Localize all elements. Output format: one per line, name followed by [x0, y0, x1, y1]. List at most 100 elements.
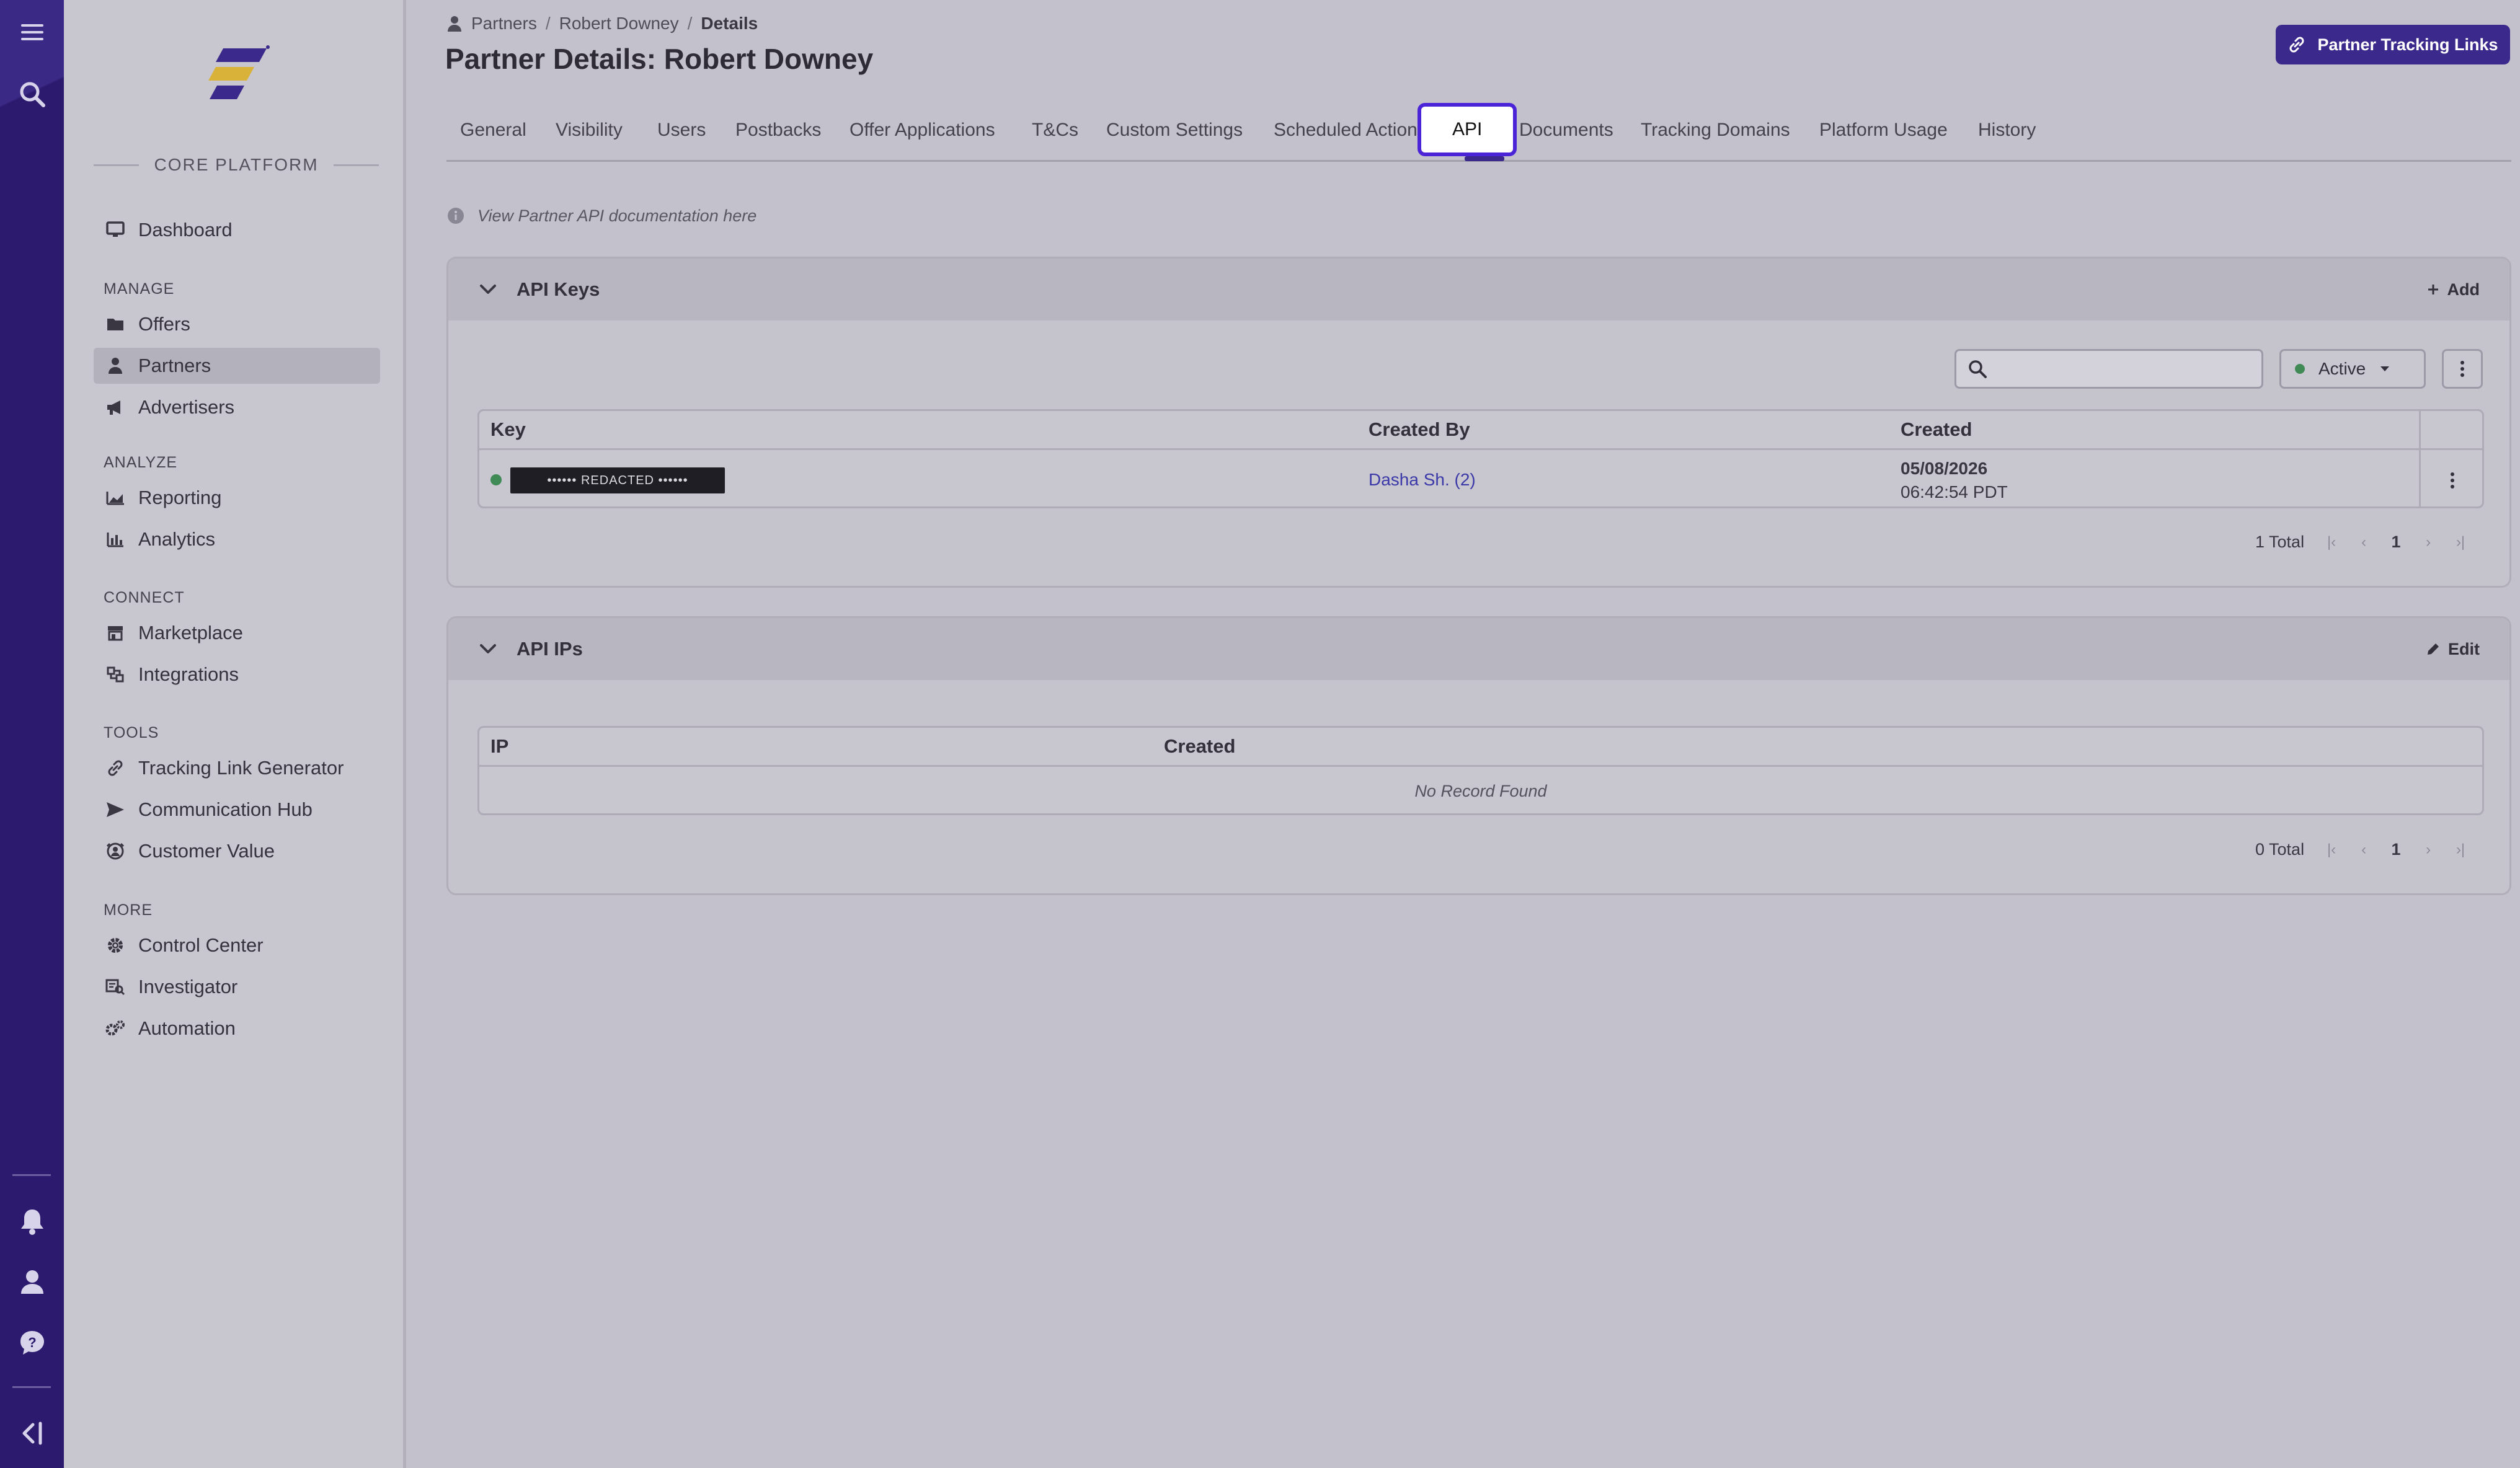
- gears-icon: [105, 1018, 126, 1039]
- customer-value-icon: [105, 841, 126, 862]
- api-keys-search[interactable]: [1954, 349, 2263, 389]
- sidebar-item-tracking-link-generator[interactable]: Tracking Link Generator: [94, 750, 380, 786]
- info-icon: [446, 206, 465, 225]
- breadcrumb-separator: /: [687, 14, 693, 33]
- sidebar-item-marketplace[interactable]: Marketplace: [94, 615, 380, 651]
- tab-general[interactable]: General: [460, 110, 526, 150]
- help-button[interactable]: ?: [9, 1319, 56, 1366]
- tab-scheduled-actions[interactable]: Scheduled Actions: [1274, 110, 1427, 150]
- sidebar-item-control-center[interactable]: Control Center: [94, 927, 380, 963]
- breadcrumb-current: Details: [701, 14, 758, 33]
- global-search-button[interactable]: [9, 71, 56, 118]
- status-filter-dropdown[interactable]: Active: [2279, 349, 2426, 389]
- brand-logo[interactable]: [198, 43, 273, 108]
- api-ips-panel: API IPs Edit IP Created No Record Found …: [446, 616, 2511, 895]
- sidebar-item-communication-hub[interactable]: Communication Hub: [94, 792, 380, 828]
- sidebar-item-advertisers[interactable]: Advertisers: [94, 389, 380, 425]
- column-header-created[interactable]: Created: [1901, 411, 1972, 448]
- tab-api[interactable]: API: [1418, 103, 1517, 156]
- last-page-icon[interactable]: ›|: [2444, 841, 2477, 859]
- tab-offer-applications[interactable]: Offer Applications: [850, 110, 995, 150]
- kebab-icon: [2450, 472, 2455, 489]
- api-keys-table: Key Created By Created •••••• REDACTED •…: [477, 409, 2484, 508]
- sidebar-item-integrations[interactable]: Integrations: [94, 657, 380, 692]
- edit-api-ips-button[interactable]: Edit: [2426, 618, 2480, 680]
- next-page-icon[interactable]: ›: [2412, 841, 2444, 859]
- edit-label: Edit: [2448, 639, 2480, 658]
- tab-visibility[interactable]: Visibility: [556, 110, 623, 150]
- chevron-down-icon[interactable]: [479, 643, 497, 655]
- add-api-key-button[interactable]: Add: [2426, 259, 2480, 321]
- tab-tracking-domains[interactable]: Tracking Domains: [1641, 110, 1790, 150]
- sidebar-item-offers[interactable]: Offers: [94, 306, 380, 342]
- tab-bar: General Visibility Users Postbacks Offer…: [446, 103, 2511, 156]
- api-keys-more-button[interactable]: [2442, 349, 2483, 389]
- profile-button[interactable]: [9, 1258, 56, 1306]
- column-header-key[interactable]: Key: [490, 411, 526, 448]
- created-by-link[interactable]: Dasha Sh. (2): [1369, 470, 1476, 490]
- chevron-down-icon[interactable]: [479, 283, 497, 296]
- breadcrumb: Partners / Robert Downey / Details: [446, 11, 758, 36]
- table-row: •••••• REDACTED •••••• Dasha Sh. (2) 05/…: [479, 450, 2482, 506]
- folder-icon: [105, 314, 126, 335]
- api-doc-link[interactable]: View Partner API documentation here: [446, 203, 756, 228]
- hamburger-icon: [20, 22, 45, 42]
- api-ips-header[interactable]: API IPs Edit: [448, 618, 2509, 680]
- column-header-ip[interactable]: IP: [490, 728, 508, 765]
- button-label: Partner Tracking Links: [2317, 35, 2498, 54]
- section-title-tools: TOOLS: [104, 724, 159, 741]
- panel-title: API IPs: [517, 638, 583, 660]
- tab-history[interactable]: History: [1978, 110, 2036, 150]
- svg-text:?: ?: [28, 1335, 36, 1350]
- menu-button[interactable]: [9, 9, 56, 56]
- sidebar-item-label: Reporting: [138, 487, 222, 508]
- sidebar-item-label: Customer Value: [138, 840, 275, 862]
- sidebar-item-analytics[interactable]: Analytics: [94, 521, 380, 557]
- api-ips-pagination: 0 Total |‹ ‹ 1 › ›|: [2255, 840, 2477, 859]
- row-actions-button[interactable]: [2421, 450, 2482, 506]
- current-page[interactable]: 1: [2380, 533, 2412, 552]
- prev-page-icon[interactable]: ‹: [2348, 534, 2380, 551]
- column-divider: [2419, 411, 2421, 450]
- sidebar-item-reporting[interactable]: Reporting: [94, 480, 380, 516]
- column-header-created-by[interactable]: Created By: [1369, 411, 1470, 448]
- partner-tracking-links-button[interactable]: Partner Tracking Links: [2276, 25, 2510, 64]
- tab-custom-settings[interactable]: Custom Settings: [1106, 110, 1243, 150]
- collapse-sidebar-button[interactable]: [9, 1410, 56, 1457]
- first-page-icon[interactable]: |‹: [2315, 534, 2348, 551]
- icon-rail: ?: [0, 0, 64, 1468]
- total-count: 1 Total: [2255, 533, 2305, 551]
- sidebar: CORE PLATFORM Dashboard MANAGE Offers Pa…: [64, 0, 406, 1468]
- api-keys-header[interactable]: API Keys Add: [448, 259, 2509, 321]
- sidebar-item-dashboard[interactable]: Dashboard: [94, 212, 380, 248]
- status-dot: [2295, 364, 2305, 374]
- sidebar-item-customer-value[interactable]: Customer Value: [94, 833, 380, 869]
- breadcrumb-partners-link[interactable]: Partners: [471, 14, 537, 33]
- tab-platform-usage[interactable]: Platform Usage: [1819, 110, 1948, 150]
- notifications-button[interactable]: [9, 1198, 56, 1245]
- tab-postbacks[interactable]: Postbacks: [735, 110, 821, 150]
- tab-documents[interactable]: Documents: [1519, 110, 1613, 150]
- sidebar-item-label: Integrations: [138, 663, 239, 685]
- tab-users[interactable]: Users: [657, 110, 706, 150]
- last-page-icon[interactable]: ›|: [2444, 534, 2477, 551]
- sidebar-item-partners[interactable]: Partners: [94, 348, 380, 384]
- table-header: Key Created By Created: [479, 411, 2482, 450]
- breadcrumb-partner-link[interactable]: Robert Downey: [559, 14, 679, 33]
- first-page-icon[interactable]: |‹: [2315, 841, 2348, 859]
- redacted-api-key: •••••• REDACTED ••••••: [510, 467, 725, 493]
- column-header-created[interactable]: Created: [1164, 728, 1235, 765]
- tab-tcs[interactable]: T&Cs: [1032, 110, 1078, 150]
- core-platform-label: CORE PLATFORM: [154, 155, 319, 174]
- next-page-icon[interactable]: ›: [2412, 534, 2444, 551]
- search-input[interactable]: [1996, 358, 2256, 379]
- sidebar-item-label: Advertisers: [138, 396, 235, 418]
- api-ips-table: IP Created No Record Found: [477, 726, 2484, 815]
- sidebar-item-label: Communication Hub: [138, 798, 313, 820]
- current-page[interactable]: 1: [2380, 840, 2412, 859]
- sidebar-item-automation[interactable]: Automation: [94, 1010, 380, 1046]
- sidebar-item-investigator[interactable]: Investigator: [94, 969, 380, 1005]
- prev-page-icon[interactable]: ‹: [2348, 841, 2380, 859]
- add-label: Add: [2447, 280, 2480, 299]
- rail-divider: [12, 1174, 51, 1176]
